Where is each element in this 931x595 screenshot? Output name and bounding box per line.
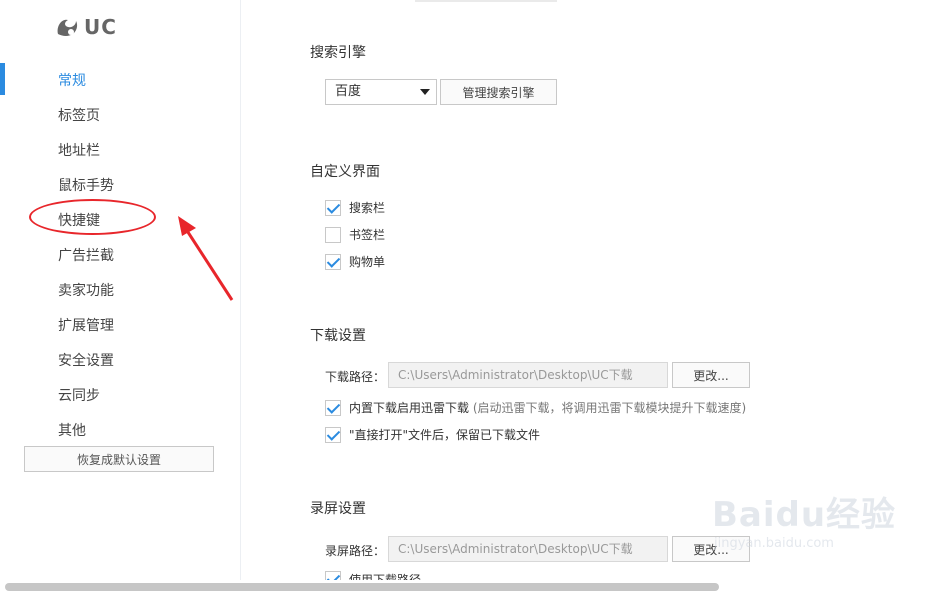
chevron-down-icon xyxy=(420,89,430,95)
sidebar-item-ad-block[interactable]: 广告拦截 xyxy=(58,245,114,265)
option-bookmark-bar[interactable]: 书签栏 xyxy=(325,226,385,243)
sidebar-item-mouse-gestures[interactable]: 鼠标手势 xyxy=(58,175,114,195)
record-path-field[interactable]: C:\Users\Administrator\Desktop\UC下载 xyxy=(388,536,668,562)
option-shopping-list[interactable]: 购物单 xyxy=(325,253,385,270)
restore-defaults-button[interactable]: 恢复成默认设置 xyxy=(24,446,214,472)
option-use-download-path[interactable]: 使用下载路径 xyxy=(325,571,421,580)
download-path-label: 下载路径： xyxy=(325,370,386,384)
download-settings-title: 下载设置 xyxy=(310,328,366,344)
sidebar-item-security[interactable]: 安全设置 xyxy=(58,350,114,370)
search-engine-select[interactable]: 百度 xyxy=(325,79,437,105)
checkbox-keep-downloaded[interactable] xyxy=(325,426,341,443)
logo-text: UC xyxy=(84,15,117,39)
checkbox-use-download-path[interactable] xyxy=(325,571,341,580)
search-engine-title: 搜索引擎 xyxy=(310,45,366,61)
option-use-download-path-label: 使用下载路径 xyxy=(349,573,422,580)
watermark-sub: jingyan.baidu.com xyxy=(714,536,834,551)
option-thunder-download-hint: (启动迅雷下载，将调用迅雷下载模块提升下载速度) xyxy=(472,401,747,415)
checkbox-search-bar[interactable] xyxy=(325,199,341,216)
record-settings-title: 录屏设置 xyxy=(310,501,366,517)
record-path-label: 录屏路径： xyxy=(325,544,386,558)
sidebar-item-cloud-sync[interactable]: 云同步 xyxy=(58,385,100,405)
watermark-main: Baidu经验 xyxy=(712,495,897,535)
checkbox-bookmark-bar[interactable] xyxy=(325,226,341,243)
checkbox-shopping-list[interactable] xyxy=(325,253,341,270)
download-path-change-button[interactable]: 更改... xyxy=(672,362,750,388)
annotation-ellipse xyxy=(29,199,156,235)
active-indicator xyxy=(0,63,5,95)
option-bookmark-bar-label: 书签栏 xyxy=(349,228,386,242)
horizontal-scrollbar[interactable] xyxy=(5,583,719,591)
sidebar-item-tabs[interactable]: 标签页 xyxy=(58,105,100,125)
option-thunder-download-label: 内置下载启用迅雷下载 xyxy=(349,401,470,415)
option-search-bar[interactable]: 搜索栏 xyxy=(325,199,385,216)
top-divider xyxy=(415,0,557,2)
download-path-field[interactable]: C:\Users\Administrator\Desktop\UC下载 xyxy=(388,362,668,388)
search-engine-selected: 百度 xyxy=(335,84,362,99)
uc-logo: UC xyxy=(54,14,117,40)
sidebar-item-extensions[interactable]: 扩展管理 xyxy=(58,315,114,335)
checkbox-thunder-download[interactable] xyxy=(325,399,341,416)
sidebar-item-address-bar[interactable]: 地址栏 xyxy=(58,140,100,160)
sidebar-item-seller-features[interactable]: 卖家功能 xyxy=(58,280,114,300)
option-search-bar-label: 搜索栏 xyxy=(349,201,386,215)
option-keep-downloaded-label: "直接打开"文件后，保留已下载文件 xyxy=(349,428,541,442)
manage-search-engines-button[interactable]: 管理搜索引擎 xyxy=(440,79,557,105)
option-thunder-download[interactable]: 内置下载启用迅雷下载 (启动迅雷下载，将调用迅雷下载模块提升下载速度) xyxy=(325,399,746,416)
option-shopping-list-label: 购物单 xyxy=(349,255,386,269)
annotation-arrow-icon xyxy=(178,216,234,301)
baidu-watermark: Baidu经验 jingyan.baidu.com xyxy=(712,487,896,551)
uc-squirrel-icon xyxy=(57,19,78,36)
settings-window: UC 常规 标签页 地址栏 鼠标手势 快捷键 广告拦截 卖家功能 扩展管理 安全… xyxy=(0,0,931,595)
custom-ui-title: 自定义界面 xyxy=(310,164,380,180)
sidebar-item-general[interactable]: 常规 xyxy=(58,70,86,90)
sidebar-item-other[interactable]: 其他 xyxy=(58,420,86,440)
option-keep-downloaded[interactable]: "直接打开"文件后，保留已下载文件 xyxy=(325,426,540,443)
